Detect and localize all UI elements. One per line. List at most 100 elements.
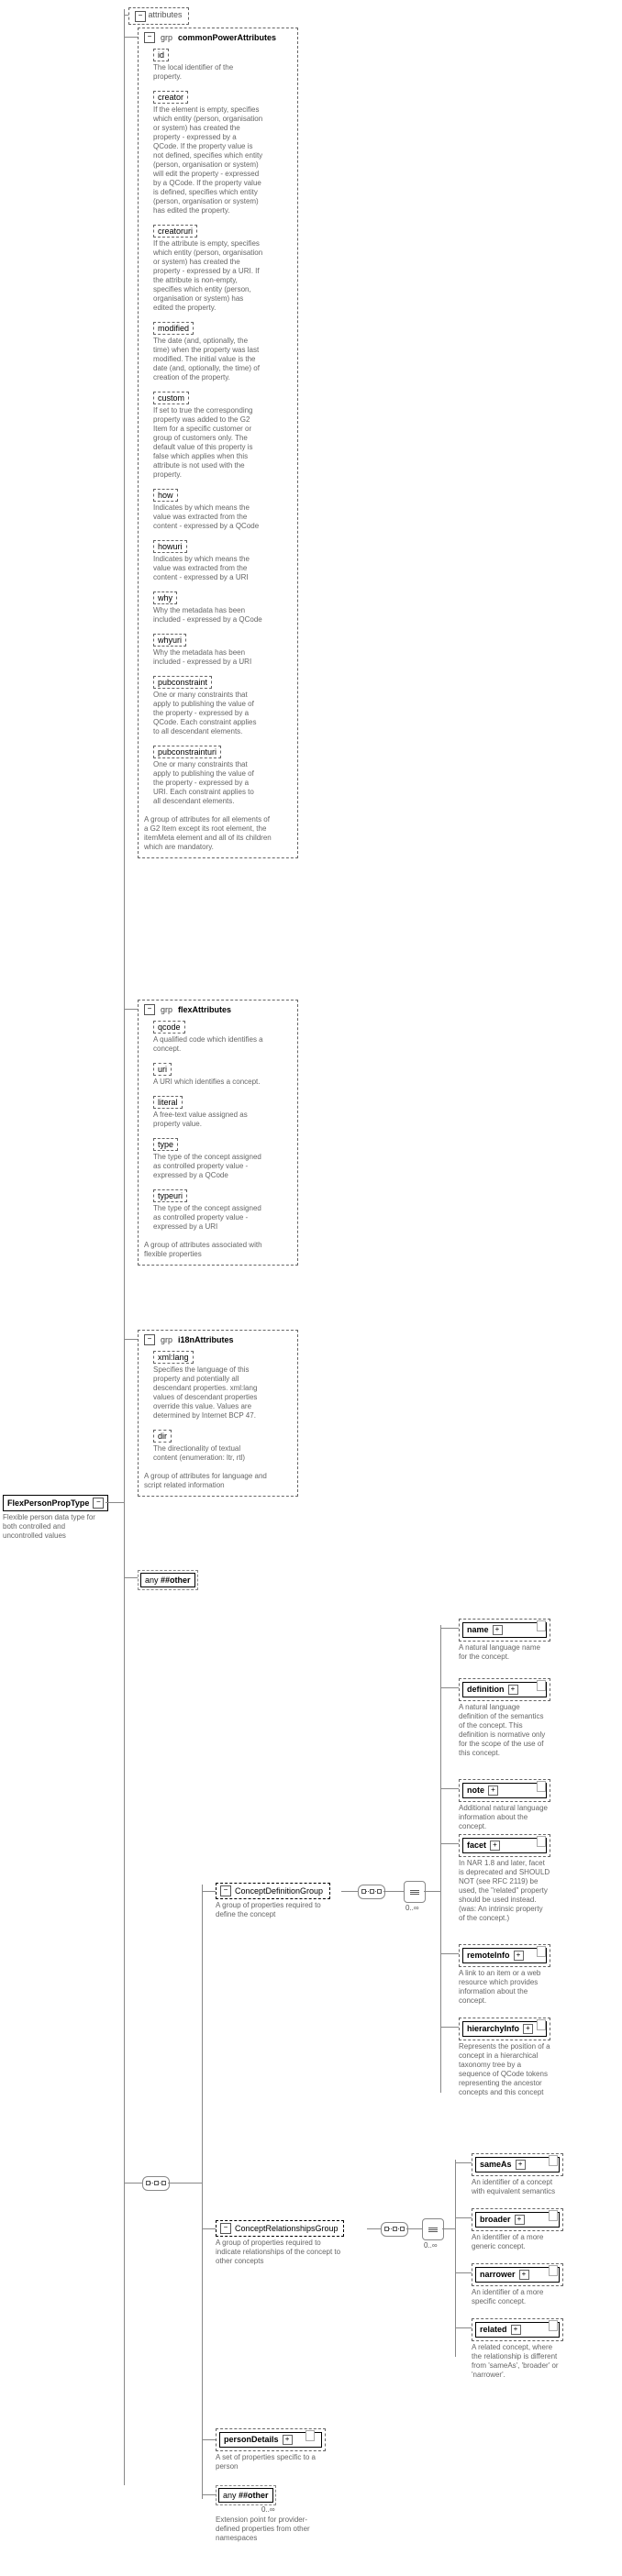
attribute-pubconstrainturi: pubconstrainturiOne or many constraints … [153,746,292,806]
expand-icon[interactable]: + [493,1625,503,1635]
attr-desc: The type of the concept assigned as cont… [153,1153,263,1180]
grp-footer: A group of attributes for language and s… [144,1472,272,1490]
grp-title: i18nAttributes [178,1335,234,1344]
group-desc: A group of properties required to define… [216,1901,330,1919]
doc-icon [537,1620,546,1631]
element-desc: A natural language definition of the sem… [459,1703,550,1758]
cardinality: 0..∞ [424,2241,438,2250]
attr-name: creatoruri [153,225,197,238]
attribute-creator: creatorIf the element is empty, specifie… [153,91,292,216]
expand-icon[interactable]: − [144,1334,155,1345]
attribute-whyuri: whyuriWhy the metadata has been included… [153,634,292,667]
expand-icon[interactable]: − [220,1885,231,1896]
element-label: broader [480,2215,511,2225]
attributes-label: attributes [149,10,183,19]
root-type-label: FlexPersonPropType [7,1498,89,1509]
expand-icon[interactable]: + [514,1951,524,1961]
attr-desc: Why the metadata has been included - exp… [153,606,263,625]
expand-icon[interactable]: + [283,2435,293,2445]
attr-name: whyuri [153,634,186,647]
attr-name: qcode [153,1021,185,1034]
element-label: note [467,1786,484,1796]
element-label: personDetails [224,2435,279,2445]
expand-icon[interactable]: + [523,2024,533,2034]
grp-commonPowerAttributes: − grp commonPowerAttributes id The local … [138,28,298,858]
doc-icon [549,2320,558,2331]
attribute-how: howIndicates by which means the value wa… [153,489,292,531]
doc-icon [537,1781,546,1792]
concept-relationships-group: − ConceptRelationshipsGroup A group of p… [216,2220,344,2266]
attr-desc: Indicates by which means the value was e… [153,555,263,582]
attribute-modified: modifiedThe date (and, optionally, the t… [153,322,292,382]
expand-icon[interactable]: + [515,2215,525,2225]
grp-title: commonPowerAttributes [178,33,276,42]
attr-name: uri [153,1063,172,1076]
attr-desc: A URI which identifies a concept. [153,1078,263,1087]
expand-icon[interactable]: + [516,2160,526,2170]
attr-desc: The local identifier of the property. [153,63,263,82]
doc-icon [537,1836,546,1847]
element-label: sameAs [480,2160,512,2170]
element-facet: facet+In NAR 1.8 and later, facet is dep… [459,1834,550,1923]
any-label: any [145,1575,159,1585]
doc-icon [537,1946,546,1957]
expand-icon[interactable]: + [519,2270,529,2280]
attributes-box: − attributes [128,7,189,25]
expand-icon[interactable]: − [144,32,155,43]
expand-icon[interactable]: − [135,11,146,22]
doc-icon [549,2265,558,2276]
doc-icon [537,2019,546,2030]
grp-label: grp [161,1335,172,1344]
attr-name: id [153,49,169,61]
expand-icon[interactable]: + [488,1786,498,1796]
grp-footer: A group of attributes for all elements o… [144,815,272,852]
group-label: ConceptRelationshipsGroup [235,2224,339,2234]
element-label: related [480,2325,507,2335]
expand-icon[interactable]: − [93,1498,104,1509]
element-desc: An identifier of a concept with equivale… [472,2178,563,2196]
element-desc: A natural language name for the concept. [459,1643,550,1662]
attr-desc: If the element is empty, specifies which… [153,105,263,216]
element-desc: An identifier of a more generic concept. [472,2233,563,2251]
doc-icon [537,1680,546,1691]
choice-connector [422,2218,444,2240]
expand-icon[interactable]: − [220,2223,231,2234]
doc-icon [305,2430,315,2441]
sequence-connector [381,2222,408,2237]
expand-icon[interactable]: + [511,2325,521,2335]
element-desc: A related concept, where the relationshi… [472,2343,563,2380]
attr-name: modified [153,322,194,335]
attr-desc: One or many constraints that apply to pu… [153,760,263,806]
doc-icon [549,2210,558,2221]
grp-label: grp [161,33,172,42]
expand-icon[interactable]: + [508,1685,518,1695]
grp-footer: A group of attributes associated with fl… [144,1241,272,1259]
attr-name: type [153,1138,178,1151]
element-desc: Represents the position of a concept in … [459,2042,550,2097]
attribute-howuri: howuri Indicates by which means the value… [153,540,292,582]
attr-name: howuri [153,540,187,553]
expand-icon[interactable]: + [490,1841,500,1851]
element-desc: In NAR 1.8 and later, facet is deprecate… [459,1859,550,1923]
element-label: hierarchyInfo [467,2024,519,2034]
choice-connector [404,1881,426,1903]
root-desc: Flexible person data type for both contr… [3,1513,104,1541]
element-label: name [467,1625,489,1635]
attribute-why: whyWhy the metadata has been included - … [153,591,292,625]
expand-icon[interactable]: − [144,1004,155,1015]
any-ns: ##other [161,1575,191,1585]
attr-name: custom [153,392,189,404]
attr-name: literal [153,1096,183,1109]
element-label: remoteInfo [467,1951,510,1961]
attr-desc: Why the metadata has been included - exp… [153,648,263,667]
group-label: ConceptDefinitionGroup [235,1886,323,1896]
sequence-connector [142,2176,170,2191]
attr-name: dir [153,1430,172,1443]
element-desc: A set of properties specific to a person [216,2453,326,2471]
attr-desc: Indicates by which means the value was e… [153,503,263,531]
any-label: any [223,2491,237,2500]
element-label: narrower [480,2270,516,2280]
attr-name: how [153,489,178,502]
attr-desc: The type of the concept assigned as cont… [153,1204,263,1232]
any-attribute: any ##other [138,1570,198,1590]
